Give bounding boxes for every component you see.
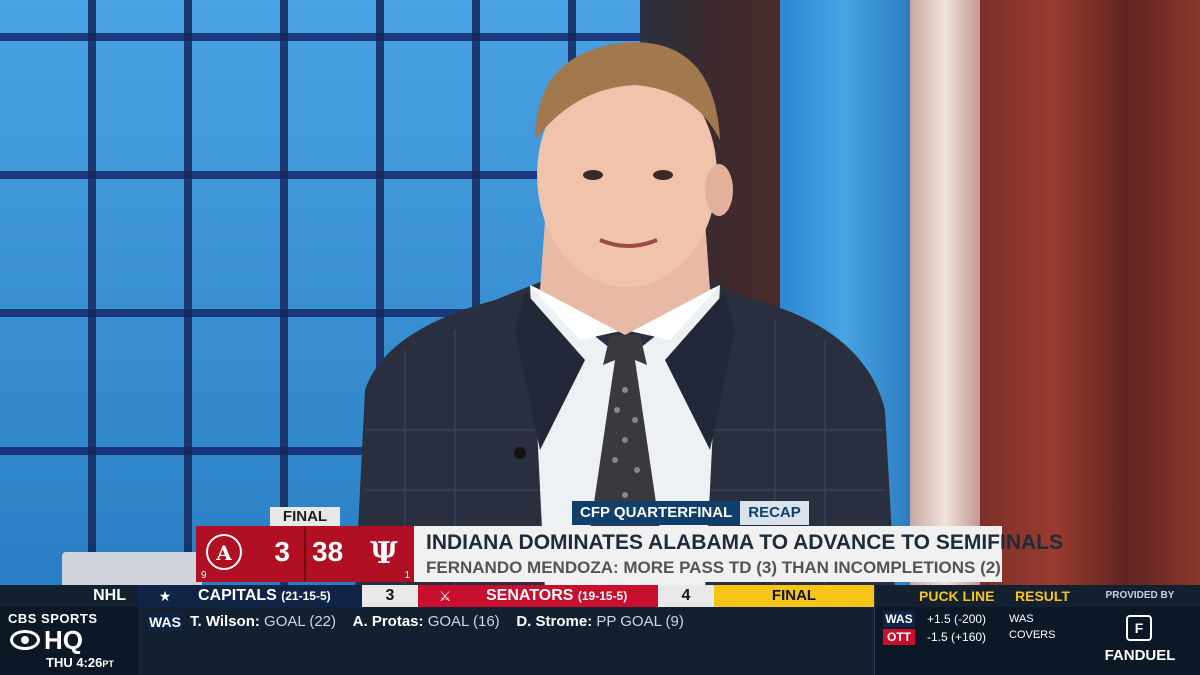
scorers-strip: WAS T. Wilson: GOAL (22) A. Protas: GOAL… bbox=[138, 607, 874, 675]
studio-desk bbox=[62, 552, 202, 585]
segment-tag-type: RECAP bbox=[740, 501, 809, 525]
brand-hq-text: HQ bbox=[44, 625, 83, 655]
scorers-team-tag: WAS bbox=[148, 613, 182, 631]
indiana-seed: 1 bbox=[404, 570, 410, 581]
sponsor-provided-by: PROVIDED BY bbox=[1080, 585, 1200, 607]
scorer-event: GOAL (22) bbox=[264, 613, 336, 630]
scorebug-team-alabama: A 3 9 bbox=[196, 526, 306, 582]
away-team-name: SENATORS (19-15-5) bbox=[486, 585, 627, 607]
subline-text: FERNANDO MENDOZA: MORE PASS TD (3) THAN … bbox=[426, 558, 1001, 577]
away-team-score: 4 bbox=[658, 585, 714, 607]
sponsor-panel: PROVIDED BY F FANDUEL bbox=[1080, 585, 1200, 675]
scorer-name: D. Strome: bbox=[516, 613, 593, 630]
odds-row-line: -1.5 (+160) bbox=[927, 630, 987, 644]
odds-panel: PUCK LINE RESULT WAS +1.5 (-200) WAS COV… bbox=[874, 585, 1081, 675]
scorer-event: GOAL (16) bbox=[427, 613, 500, 630]
segment-tag-title: CFP QUARTERFINAL bbox=[572, 501, 741, 525]
brand-top-text: CBS SPORTS bbox=[8, 611, 98, 626]
cbs-eye-icon bbox=[10, 630, 40, 650]
odds-header-result: RESULT bbox=[1015, 588, 1070, 604]
home-team-record: (21-15-5) bbox=[281, 589, 331, 603]
alabama-logo-icon: A bbox=[206, 534, 242, 570]
fanduel-shield-icon: F bbox=[1126, 615, 1152, 641]
league-label: NHL bbox=[0, 585, 138, 607]
scorer-item: D. Strome: PP GOAL (9) bbox=[516, 613, 684, 630]
senators-logo-icon: ⚔ bbox=[438, 588, 452, 604]
odds-row-line: +1.5 (-200) bbox=[927, 612, 987, 626]
away-team-panel: ⚔ SENATORS (19-15-5) bbox=[418, 585, 658, 607]
studio-light-pillar bbox=[910, 0, 980, 585]
bottom-ticker: NHL CBS SPORTS HQ THU 4:26PT ★ CAPITALS … bbox=[0, 585, 1200, 675]
scorebug-team-indiana: 38 Ψ 1 bbox=[306, 526, 414, 582]
alabama-score: 3 bbox=[274, 536, 290, 567]
game-score-row: ★ CAPITALS (21-15-5) 3 ⚔ SENATORS (19-15… bbox=[138, 585, 874, 607]
segment-tag: CFP QUARTERFINAL RECAP bbox=[572, 501, 809, 525]
network-brand: NHL CBS SPORTS HQ THU 4:26PT bbox=[0, 585, 138, 675]
game-status-tab: FINAL bbox=[270, 507, 340, 526]
scorers-list: T. Wilson: GOAL (22) A. Protas: GOAL (16… bbox=[190, 613, 684, 631]
odds-row-team: WAS bbox=[883, 611, 915, 627]
headline-text: INDIANA DOMINATES ALABAMA TO ADVANCE TO … bbox=[426, 531, 1063, 554]
scorer-name: A. Protas: bbox=[352, 613, 424, 630]
home-team-score: 3 bbox=[362, 585, 418, 607]
odds-row-team: OTT bbox=[883, 629, 915, 645]
scorebug: A 3 9 38 Ψ 1 bbox=[196, 526, 414, 582]
odds-row-result: WAS COVERS bbox=[1009, 613, 1056, 641]
away-team-name-text: SENATORS bbox=[486, 587, 574, 604]
scorer-item: T. Wilson: GOAL (22) bbox=[190, 613, 336, 630]
studio-red-wall bbox=[980, 0, 1200, 585]
home-team-name: CAPITALS (21-15-5) bbox=[198, 585, 331, 607]
odds-header-line: PUCK LINE bbox=[919, 588, 995, 604]
scorer-name: T. Wilson: bbox=[190, 613, 260, 630]
clock-time: THU 4:26 bbox=[46, 655, 103, 670]
studio-video-frame bbox=[0, 0, 1200, 585]
sponsor-name: FANDUEL bbox=[1104, 647, 1176, 664]
game-status: FINAL bbox=[714, 585, 874, 607]
indiana-score: 38 bbox=[312, 536, 344, 567]
odds-header: PUCK LINE RESULT bbox=[875, 585, 1081, 607]
capitals-logo-icon: ★ bbox=[158, 588, 172, 604]
headline-panel: INDIANA DOMINATES ALABAMA TO ADVANCE TO … bbox=[414, 526, 1063, 582]
alabama-seed: 9 bbox=[201, 570, 207, 581]
indiana-logo-icon: Ψ bbox=[370, 536, 398, 571]
scorer-event: PP GOAL (9) bbox=[596, 613, 684, 630]
home-team-panel: ★ CAPITALS (21-15-5) bbox=[138, 585, 362, 607]
scorer-item: A. Protas: GOAL (16) bbox=[353, 613, 500, 630]
home-team-name-text: CAPITALS bbox=[198, 587, 277, 604]
odds-row-result: - bbox=[1037, 631, 1041, 643]
away-team-record: (19-15-5) bbox=[577, 589, 628, 603]
clock-timezone: PT bbox=[102, 659, 114, 669]
clock-display: THU 4:26PT bbox=[46, 655, 114, 670]
